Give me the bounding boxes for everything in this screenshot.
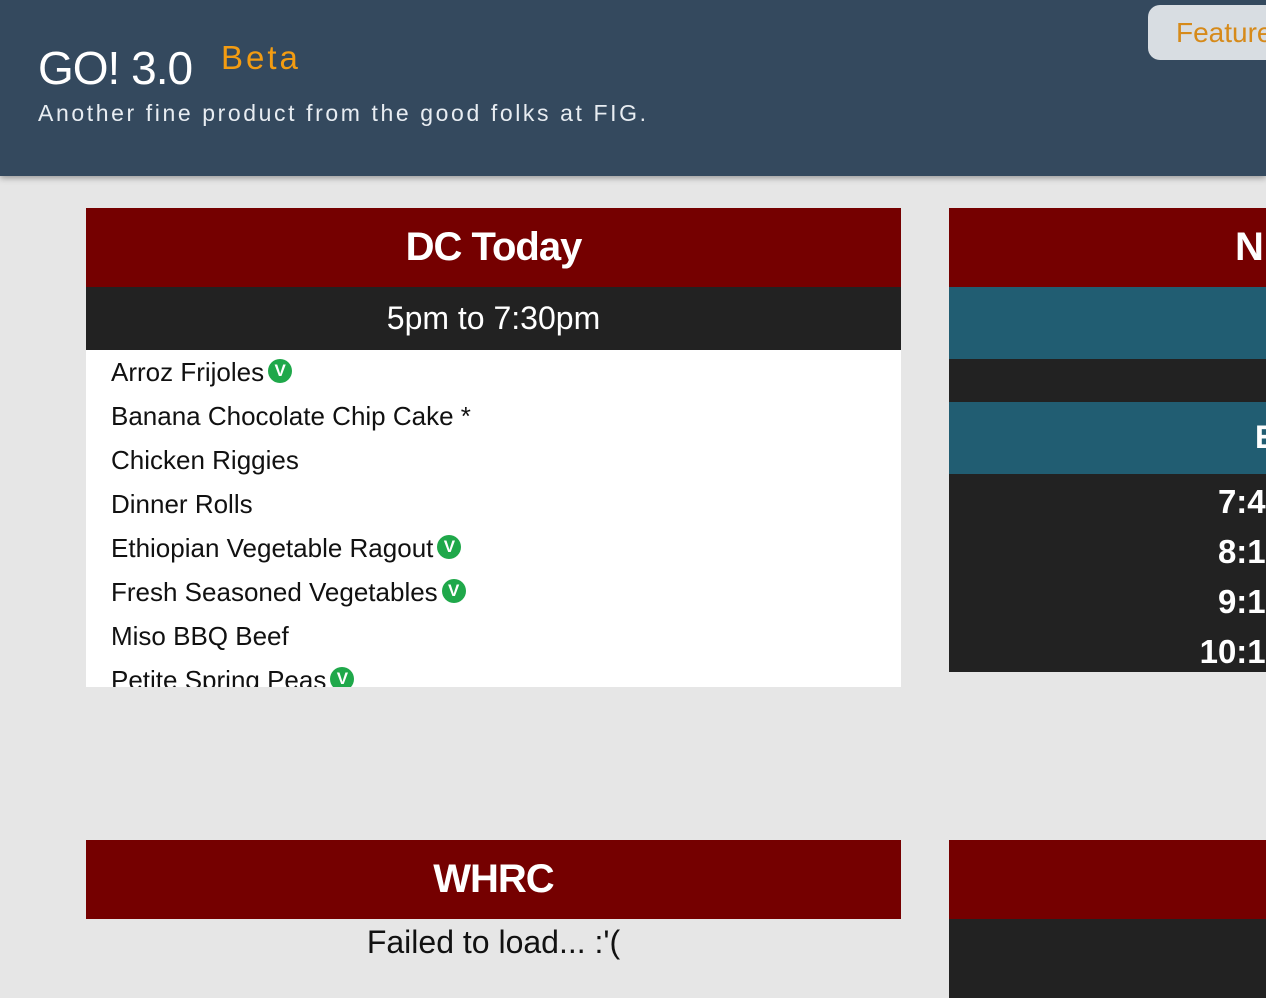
menu-item: Miso BBQ Beef — [111, 614, 289, 658]
menu-item: Fresh Seasoned Vegetables V — [111, 570, 466, 614]
dc-today-menu[interactable]: Arroz Frijoles V Banana Chocolate Chip Cak… — [86, 350, 901, 687]
vegan-icon: V — [330, 667, 355, 687]
app-header: GO! 3.0 Beta Another fine product from t… — [0, 0, 1266, 176]
right-teal-bar-2: E — [949, 402, 1266, 474]
menu-item-name: Ethiopian Vegetable Ragout — [111, 533, 434, 563]
menu-item-name: Petite Spring Peas — [111, 665, 327, 687]
right-teal-bar-1 — [949, 287, 1266, 359]
menu-item-name: Fresh Seasoned Vegetables — [111, 577, 438, 607]
whrc-status: Failed to load... :'( — [366, 924, 621, 960]
whrc-card: WHRC Failed to load... :'( — [86, 840, 901, 998]
time-row: 10:15 — [1199, 633, 1266, 670]
menu-item: Chicken Riggies — [111, 438, 299, 482]
right-section-label: E — [1255, 419, 1266, 455]
tagline: Another fine product from the good folks… — [38, 100, 649, 126]
right-card-title-text: N — [1235, 225, 1264, 269]
dc-today-card: DC Today 5pm to 7:30pm Arroz Frijoles V Ba… — [86, 208, 901, 687]
time-row: 9:15 — [1217, 583, 1266, 620]
time-row: 8:15 — [1217, 533, 1266, 570]
beta-badge: Beta — [221, 39, 301, 76]
vegan-icon: V — [441, 579, 466, 603]
right-card-2 — [949, 840, 1266, 998]
right-card-title: N — [949, 208, 1266, 287]
right-card-2-title — [949, 840, 1266, 919]
menu-item-name: Dinner Rolls — [111, 489, 253, 519]
right-times-list: 7:45 8:15 9:15 10:15 — [949, 474, 1266, 672]
menu-item: Ethiopian Vegetable Ragout V — [111, 526, 462, 570]
time-row: 7:45 — [1217, 483, 1266, 520]
right-card: N E 7:45 8:15 9:15 10:15 — [949, 208, 1266, 672]
whrc-title: WHRC — [86, 840, 901, 919]
menu-item: Dinner Rolls — [111, 482, 253, 526]
menu-item-name: Miso BBQ Beef — [111, 621, 289, 651]
menu-item-name: Banana Chocolate Chip Cake * — [111, 401, 471, 431]
dc-today-hours: 5pm to 7:30pm — [86, 287, 901, 350]
menu-item: Banana Chocolate Chip Cake * — [111, 394, 471, 438]
dc-today-title: DC Today — [86, 208, 901, 287]
menu-item-name: Arroz Frijoles — [111, 357, 265, 387]
vegan-icon: V — [268, 359, 293, 383]
menu-item-name: Chicken Riggies — [111, 445, 299, 475]
vegan-icon: V — [437, 535, 462, 559]
feature-button[interactable]: Feature — [1148, 5, 1266, 60]
app-title: GO! 3.0 — [38, 42, 193, 94]
menu-item: Petite Spring Peas V — [111, 658, 355, 687]
menu-item: Arroz Frijoles V — [111, 350, 293, 394]
right-card-2-body — [949, 919, 1266, 998]
right-dark-gap — [949, 359, 1266, 402]
